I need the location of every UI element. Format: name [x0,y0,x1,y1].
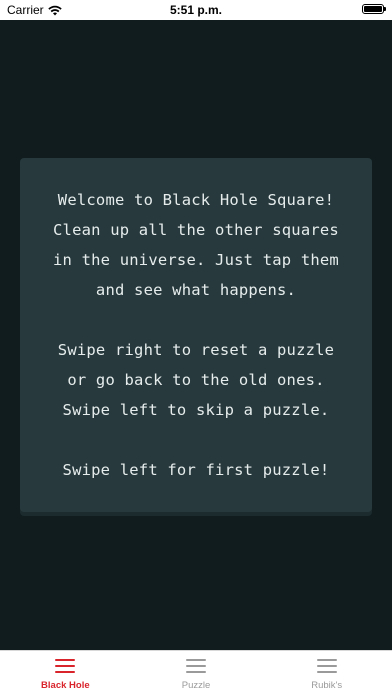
tab-bar: Black Hole Puzzle Rubik's [0,650,392,696]
hamburger-icon [186,659,206,673]
tab-label: Black Hole [41,680,90,691]
status-time: 5:51 p.m. [169,3,223,17]
tab-puzzle[interactable]: Puzzle [131,651,262,696]
status-right [362,4,386,14]
main-content[interactable]: Welcome to Black Hole Square! Clean up a… [0,20,392,650]
tab-label: Rubik's [311,680,343,691]
tab-label: Puzzle [181,680,211,691]
tab-black-hole[interactable]: Black Hole [0,651,131,696]
instructions-card: Welcome to Black Hole Square! Clean up a… [20,158,372,512]
hamburger-icon [316,659,337,673]
tab-rubiks[interactable]: Rubik's [261,651,392,696]
hamburger-icon [55,659,76,673]
battery-icon [362,4,386,14]
instructions-text: Welcome to Black Hole Square! Clean up a… [53,191,339,479]
status-bar: Carrier 5:51 p.m. [0,0,392,20]
